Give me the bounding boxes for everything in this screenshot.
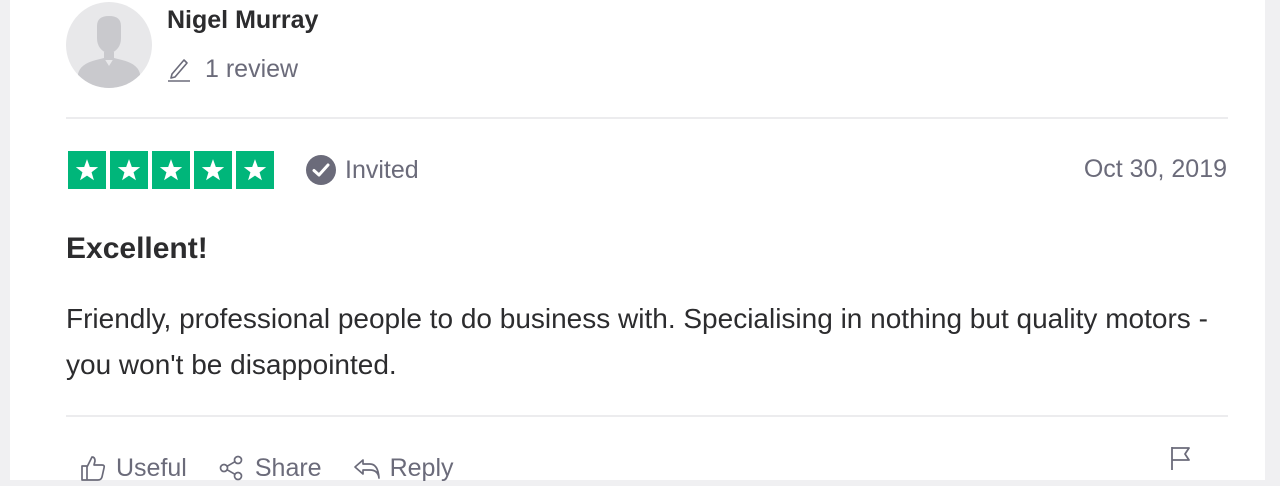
useful-button[interactable]: Useful [78, 453, 187, 483]
review-body: Friendly, professional people to do busi… [66, 303, 1208, 380]
star-icon [68, 151, 106, 189]
user-silhouette-icon [76, 16, 142, 88]
divider [66, 117, 1228, 119]
flag-icon [1168, 444, 1194, 477]
reply-button[interactable]: Reply [352, 453, 454, 483]
reviewer-name[interactable]: Nigel Murray [167, 6, 318, 35]
check-circle-icon [305, 154, 337, 186]
star-icon [152, 151, 190, 189]
reply-icon [352, 453, 382, 483]
star-icon [236, 151, 274, 189]
avatar[interactable] [66, 2, 152, 88]
review-title[interactable]: Excellent! [66, 232, 208, 266]
share-button[interactable]: Share [217, 453, 322, 483]
review-actions: Useful Share Reply [78, 450, 484, 486]
useful-label: Useful [116, 453, 187, 482]
divider [66, 415, 1228, 417]
thumbs-up-icon [78, 453, 108, 483]
star-icon [110, 151, 148, 189]
pencil-icon [167, 56, 191, 82]
review-count-label: 1 review [205, 54, 299, 83]
review-date: Oct 30, 2019 [1083, 155, 1227, 183]
review-count[interactable]: 1 review [167, 54, 298, 84]
review-card: Nigel Murray 1 review Invited Oct 30, 20… [10, 0, 1265, 482]
reply-label: Reply [389, 453, 454, 482]
share-icon [217, 453, 247, 483]
report-flag-button[interactable] [1168, 444, 1194, 477]
star-rating [68, 151, 274, 189]
star-icon [194, 151, 232, 189]
invited-label: Invited [345, 155, 419, 184]
invited-badge[interactable]: Invited [305, 154, 419, 186]
share-label: Share [254, 453, 322, 482]
